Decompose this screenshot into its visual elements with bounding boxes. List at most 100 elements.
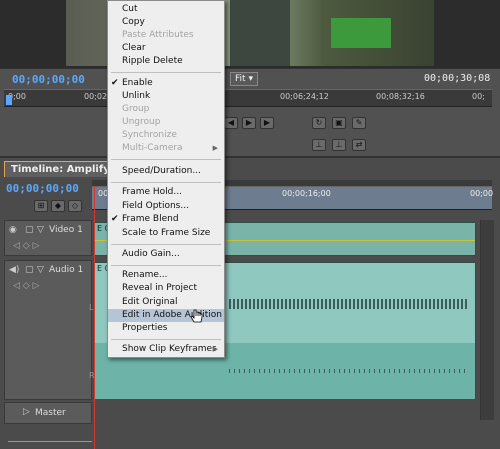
- loop-icon[interactable]: ↻: [312, 117, 326, 129]
- monitor-duration-timecode: 00;00;30;08: [424, 73, 491, 84]
- output-icon[interactable]: ✎: [352, 117, 366, 129]
- menu-item-reveal-in-project[interactable]: Reveal in Project: [108, 282, 224, 295]
- video1-track-header: ◉ ▢ ▽ Video 1 ◁ ◇ ▷: [4, 220, 92, 256]
- collapse-arrow-icon[interactable]: ▽: [37, 225, 44, 235]
- video1-track-name: Video 1: [49, 225, 83, 235]
- checkmark-icon: ✔: [111, 78, 119, 88]
- program-monitor: [0, 0, 500, 68]
- monitor-time-ruler[interactable]: 0;00 00;02 00;06;24;12 00;08;32;16 00;: [4, 89, 492, 107]
- menu-item-ripple-delete[interactable]: Ripple Delete: [108, 55, 224, 68]
- menu-separator: [111, 265, 221, 266]
- lock-icon[interactable]: ▢: [25, 225, 34, 235]
- trim-icon[interactable]: ⇄: [352, 139, 366, 151]
- menu-item-label: Paste Attributes: [122, 30, 194, 40]
- menu-separator: [111, 72, 221, 73]
- snap-icon[interactable]: ⊞: [34, 200, 48, 212]
- menu-item-label: Frame Blend: [122, 214, 179, 224]
- menu-item-label: Audio Gain...: [122, 249, 180, 259]
- timeline-current-timecode[interactable]: 00;00;00;00: [6, 182, 79, 195]
- menu-separator: [111, 182, 221, 183]
- marker-icon[interactable]: ◆: [51, 200, 65, 212]
- menu-item-edit-original[interactable]: Edit Original: [108, 296, 224, 309]
- channel-left-label: L: [89, 303, 94, 312]
- audio1-track-header: ◀) ▢ ▽ Audio 1 ◁ ◇ ▷ L R: [4, 260, 95, 400]
- menu-item-label: Cut: [122, 4, 138, 14]
- timeline-panel: Timeline: Amplify 00;00;00;00 ⊞ ◆ ◇ 00;0…: [0, 156, 500, 449]
- menu-item-label: Speed/Duration...: [122, 166, 201, 176]
- zoom-select[interactable]: Fit ▾: [230, 72, 258, 86]
- menu-item-field-options[interactable]: Field Options...: [108, 200, 224, 213]
- collapse-arrow-icon[interactable]: ▽: [37, 265, 44, 275]
- ruler-label: 00;00;16;00: [282, 189, 331, 198]
- menu-item-label: Reveal in Project: [122, 283, 197, 293]
- master-track-header: ▷ Master: [4, 402, 92, 424]
- collapse-arrow-icon[interactable]: ▷: [23, 407, 30, 417]
- step-back-icon[interactable]: ◀: [224, 117, 238, 129]
- menu-item-label: Properties: [122, 323, 168, 333]
- menu-separator: [111, 244, 221, 245]
- menu-separator: [111, 159, 221, 160]
- menu-item-paste-attributes: Paste Attributes: [108, 29, 224, 42]
- menu-item-scale-to-frame-size[interactable]: Scale to Frame Size: [108, 227, 224, 240]
- menu-item-edit-in-adobe-audition[interactable]: Edit in Adobe Audition: [108, 309, 224, 322]
- submenu-arrow-icon: ▶: [212, 144, 218, 152]
- lift-icon[interactable]: ⊥: [312, 139, 326, 151]
- menu-item-label: Group: [122, 104, 150, 114]
- ruler-label: 00;02: [84, 92, 108, 101]
- speaker-icon[interactable]: ◀): [9, 265, 19, 275]
- menu-item-label: Show Clip Keyframes: [122, 344, 217, 354]
- safe-margins-icon[interactable]: ▣: [332, 117, 346, 129]
- menu-item-label: Synchronize: [122, 130, 177, 140]
- menu-item-speed-duration[interactable]: Speed/Duration...: [108, 165, 224, 178]
- menu-item-enable[interactable]: ✔ Enable: [108, 77, 224, 90]
- menu-item-frame-hold[interactable]: Frame Hold...: [108, 186, 224, 199]
- menu-item-cut[interactable]: Cut: [108, 3, 224, 16]
- monitor-playhead-icon[interactable]: [6, 95, 12, 105]
- ruler-label: 00;06;24;12: [280, 92, 329, 101]
- trim-controls: ⊥ ⊥ ⇄: [312, 139, 366, 151]
- keyframe-nav-icon[interactable]: ◁ ◇ ▷: [13, 281, 40, 291]
- timeline-playhead[interactable]: [94, 186, 95, 449]
- play-icon[interactable]: ▶: [242, 117, 256, 129]
- checkmark-icon: ✔: [111, 214, 119, 224]
- vertical-scrollbar[interactable]: [480, 220, 494, 420]
- menu-item-label: Edit in Adobe Audition: [122, 310, 222, 320]
- ruler-label: 00;08;32;16: [376, 92, 425, 101]
- audio1-track-name: Audio 1: [49, 265, 84, 275]
- menu-item-rename[interactable]: Rename...: [108, 269, 224, 282]
- menu-item-label: Rename...: [122, 270, 168, 280]
- menu-item-label: Enable: [122, 78, 153, 88]
- master-track-name: Master: [35, 408, 66, 418]
- timeline-tools: ⊞ ◆ ◇: [34, 200, 90, 214]
- extract-icon[interactable]: ⊥: [332, 139, 346, 151]
- menu-item-copy[interactable]: Copy: [108, 16, 224, 29]
- waveform-right: [229, 369, 469, 373]
- menu-item-label: Edit Original: [122, 297, 178, 307]
- menu-item-audio-gain[interactable]: Audio Gain...: [108, 248, 224, 261]
- timeline-tab[interactable]: Timeline: Amplify: [4, 161, 117, 177]
- monitor-current-timecode[interactable]: 00;00;00;00: [12, 73, 85, 86]
- keyframe-nav-icon[interactable]: ◁ ◇ ▷: [13, 241, 40, 251]
- keyframe-icon[interactable]: ◇: [68, 200, 82, 212]
- menu-item-label: Ungroup: [122, 117, 161, 127]
- hand-cursor-icon: [190, 309, 204, 328]
- ruler-label: 00;00: [470, 189, 494, 198]
- menu-item-label: Copy: [122, 17, 145, 27]
- menu-item-label: Clear: [122, 43, 146, 53]
- zoom-slider[interactable]: [8, 434, 92, 442]
- transport-controls: ◀ ▶ ▶: [224, 117, 274, 129]
- lock-icon[interactable]: ▢: [25, 265, 34, 275]
- menu-item-clear[interactable]: Clear: [108, 42, 224, 55]
- menu-item-multi-camera: Multi-Camera ▶: [108, 142, 224, 155]
- menu-item-unlink[interactable]: Unlink: [108, 90, 224, 103]
- menu-item-show-clip-keyframes[interactable]: Show Clip Keyframes ▶: [108, 343, 224, 356]
- menu-item-synchronize: Synchronize: [108, 129, 224, 142]
- menu-item-properties[interactable]: Properties: [108, 322, 224, 335]
- eye-icon[interactable]: ◉: [9, 225, 17, 235]
- menu-item-frame-blend[interactable]: ✔ Frame Blend: [108, 213, 224, 226]
- menu-item-ungroup: Ungroup: [108, 116, 224, 129]
- step-forward-icon[interactable]: ▶: [260, 117, 274, 129]
- menu-item-label: Unlink: [122, 91, 151, 101]
- zoom-value: Fit: [235, 74, 246, 84]
- edit-controls: ↻ ▣ ✎: [312, 117, 366, 129]
